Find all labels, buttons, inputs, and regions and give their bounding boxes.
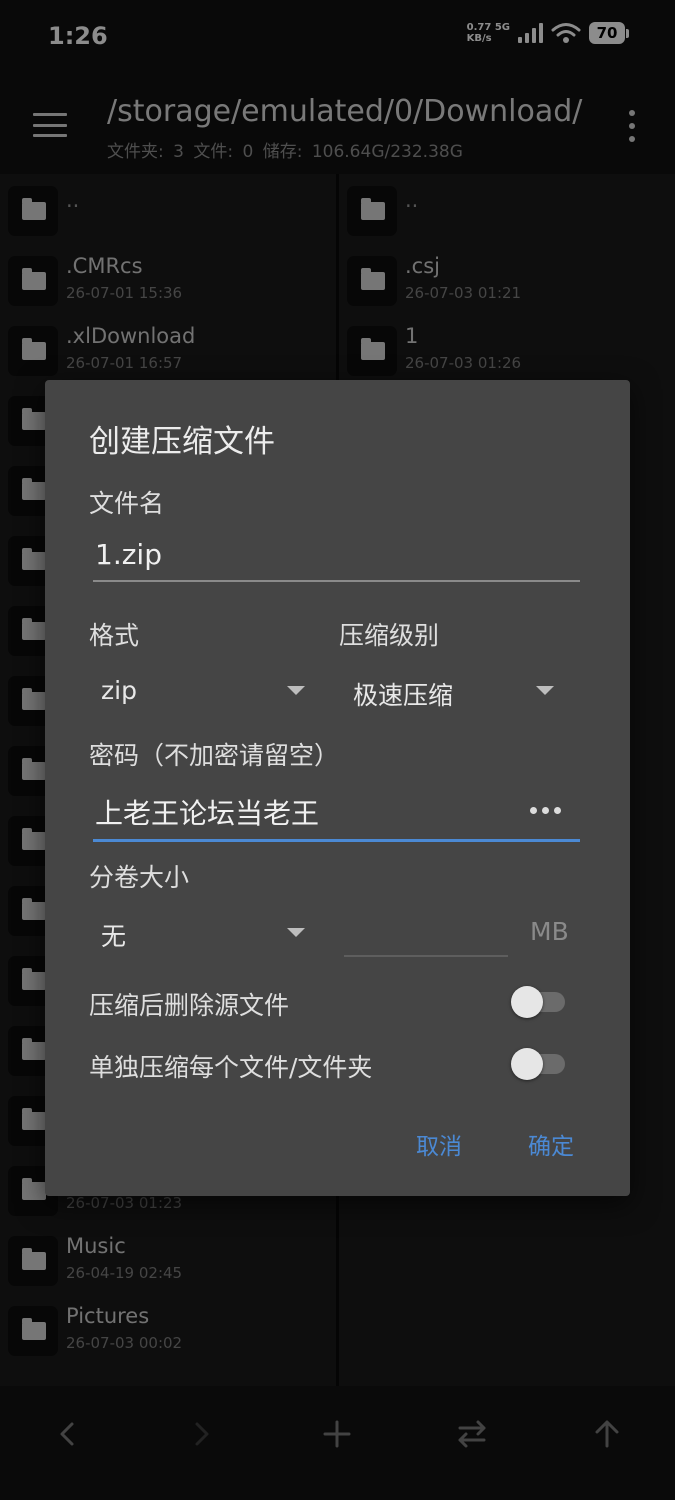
cancel-button[interactable]: 取消 (416, 1127, 462, 1161)
filename-input[interactable]: 1.zip (95, 538, 162, 571)
compression-level-select[interactable]: 极速压缩 (353, 676, 453, 712)
volume-unit: MB (530, 917, 569, 946)
volume-size-input[interactable] (344, 955, 508, 957)
format-label: 格式 (89, 621, 140, 650)
password-input[interactable]: 上老王论坛当老王 (95, 792, 319, 832)
compress-separately-toggle[interactable] (511, 1046, 567, 1080)
format-chevron-down-icon[interactable] (287, 686, 305, 695)
filename-underline (93, 580, 580, 582)
level-chevron-down-icon[interactable] (536, 686, 554, 695)
ok-button[interactable]: 确定 (528, 1127, 574, 1161)
volume-chevron-down-icon[interactable] (287, 928, 305, 937)
volume-size-select[interactable]: 无 (101, 917, 126, 953)
password-underline (93, 839, 580, 842)
filename-label: 文件名 (89, 489, 165, 518)
volume-size-label: 分卷大小 (89, 863, 190, 892)
delete-source-toggle[interactable] (511, 984, 567, 1018)
dialog-title: 创建压缩文件 (89, 424, 275, 460)
create-archive-dialog: 创建压缩文件 文件名 1.zip 格式 压缩级别 zip 极速压缩 密码（不加密… (45, 380, 630, 1196)
password-label: 密码（不加密请留空） (89, 741, 340, 770)
delete-source-label: 压缩后删除源文件 (89, 991, 290, 1020)
compression-level-label: 压缩级别 (339, 621, 440, 650)
password-visibility-icon[interactable] (530, 807, 561, 814)
format-select[interactable]: zip (101, 676, 137, 705)
compress-separately-label: 单独压缩每个文件/文件夹 (89, 1053, 373, 1082)
